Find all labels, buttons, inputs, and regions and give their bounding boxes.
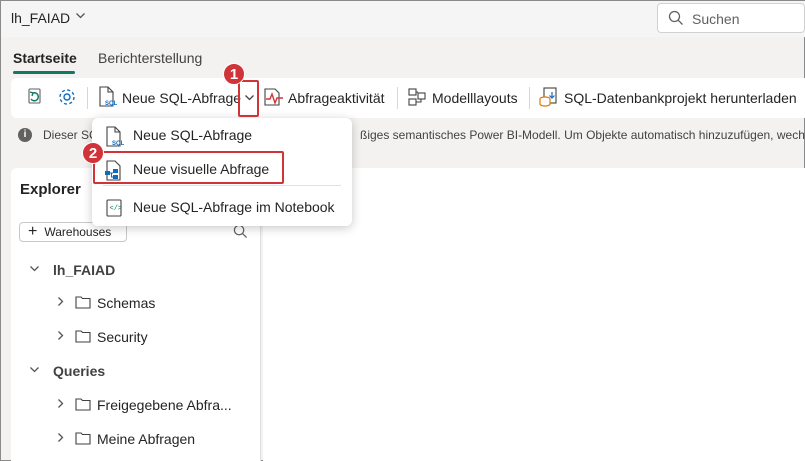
highlight-dropdown-arrow <box>238 80 259 117</box>
sql-file-icon: SQL <box>97 85 118 111</box>
chevron-right-icon <box>55 432 67 446</box>
tree-item-schemas[interactable]: Schemas <box>55 292 155 314</box>
tree-item-security[interactable]: Security <box>55 326 148 348</box>
tree-item-my-queries[interactable]: Meine Abfragen <box>55 428 195 450</box>
tree-item-label: Meine Abfragen <box>97 431 196 447</box>
folder-icon <box>75 329 91 346</box>
tab-startseite[interactable]: Startseite <box>13 50 77 66</box>
add-warehouses-label: Warehouses <box>44 225 112 239</box>
model-layouts-label: Modelllayouts <box>432 90 518 106</box>
menu-item-label: Neue SQL-Abfrage im Notebook <box>133 199 335 215</box>
settings-button[interactable] <box>57 78 77 118</box>
step-badge-1: 1 <box>223 63 245 85</box>
ribbon-divider <box>529 87 530 109</box>
tab-bar: Startseite Berichterstellung <box>1 41 805 75</box>
tree-item-lh-faiad[interactable]: lh_FAIAD <box>29 259 115 281</box>
new-sql-query-button[interactable]: SQL Neue SQL-Abfrage <box>97 78 241 118</box>
query-activity-label: Abfrageaktivität <box>288 90 385 106</box>
active-tab-indicator <box>13 71 75 74</box>
notebook-icon: </> <box>104 198 124 221</box>
svg-text:SQL: SQL <box>105 101 117 107</box>
chevron-down-icon <box>29 364 41 378</box>
sql-file-icon: SQL <box>104 126 125 151</box>
ribbon-divider <box>397 87 398 109</box>
menu-item-label: Neue SQL-Abfrage <box>133 127 253 143</box>
tree-item-queries[interactable]: Queries <box>29 360 105 382</box>
query-activity-button[interactable]: Abfrageaktivität <box>263 78 385 118</box>
tree-item-shared-queries[interactable]: Freigegebene Abfra... <box>55 394 232 416</box>
workspace-name[interactable]: lh_FAIAD <box>11 10 70 26</box>
tree-item-label: Schemas <box>97 295 156 311</box>
model-layout-icon <box>407 87 427 110</box>
search-box[interactable]: Suchen <box>657 3 805 33</box>
plus-icon: + <box>28 223 38 240</box>
ribbon-divider <box>87 87 88 109</box>
folder-icon <box>75 295 91 312</box>
svg-text:</>: </> <box>110 205 123 213</box>
folder-icon <box>75 431 91 448</box>
search-icon <box>668 10 684 29</box>
svg-text:SQL: SQL <box>112 141 124 147</box>
download-sql-project-button[interactable]: SQL-Datenbankprojekt herunterladen <box>538 78 797 118</box>
chevron-right-icon <box>55 398 67 412</box>
tree-item-label: lh_FAIAD <box>53 262 116 278</box>
download-sql-project-label: SQL-Datenbankprojekt herunterladen <box>564 90 797 106</box>
chevron-right-icon <box>55 296 67 310</box>
explorer-title: Explorer <box>20 181 81 198</box>
info-text-right: ßiges semantisches Power BI-Modell. Um O… <box>360 128 805 142</box>
tree-item-label: Freigegebene Abfra... <box>97 397 232 413</box>
info-text-left: Dieser SC <box>43 128 98 142</box>
refresh-button[interactable] <box>25 78 45 118</box>
chevron-down-icon <box>29 263 41 277</box>
gear-icon <box>57 87 77 110</box>
tree-item-label: Security <box>97 329 148 345</box>
chevron-down-icon[interactable] <box>75 10 86 24</box>
search-placeholder: Suchen <box>692 11 740 27</box>
menu-item-new-sql-notebook[interactable]: </> Neue SQL-Abfrage im Notebook <box>92 190 352 224</box>
menu-divider <box>103 185 341 186</box>
menu-item-new-sql-query[interactable]: SQL Neue SQL-Abfrage <box>92 118 352 152</box>
ribbon-toolbar: SQL Neue SQL-Abfrage Abfrageaktivität Mo… <box>11 78 805 118</box>
activity-icon <box>263 87 285 110</box>
tree-item-label: Queries <box>53 363 106 379</box>
refresh-icon <box>25 87 45 110</box>
chevron-right-icon <box>55 330 67 344</box>
search-icon[interactable] <box>233 224 248 242</box>
folder-icon <box>75 397 91 414</box>
info-icon: i <box>18 128 32 142</box>
highlight-new-visual-query <box>93 151 284 184</box>
new-sql-query-label: Neue SQL-Abfrage <box>122 90 242 106</box>
tab-berichterstellung[interactable]: Berichterstellung <box>98 50 202 66</box>
step-badge-2: 2 <box>82 142 104 164</box>
model-layouts-button[interactable]: Modelllayouts <box>407 78 518 118</box>
download-database-icon <box>538 86 560 111</box>
top-bar: lh_FAIAD Suchen <box>1 1 805 37</box>
